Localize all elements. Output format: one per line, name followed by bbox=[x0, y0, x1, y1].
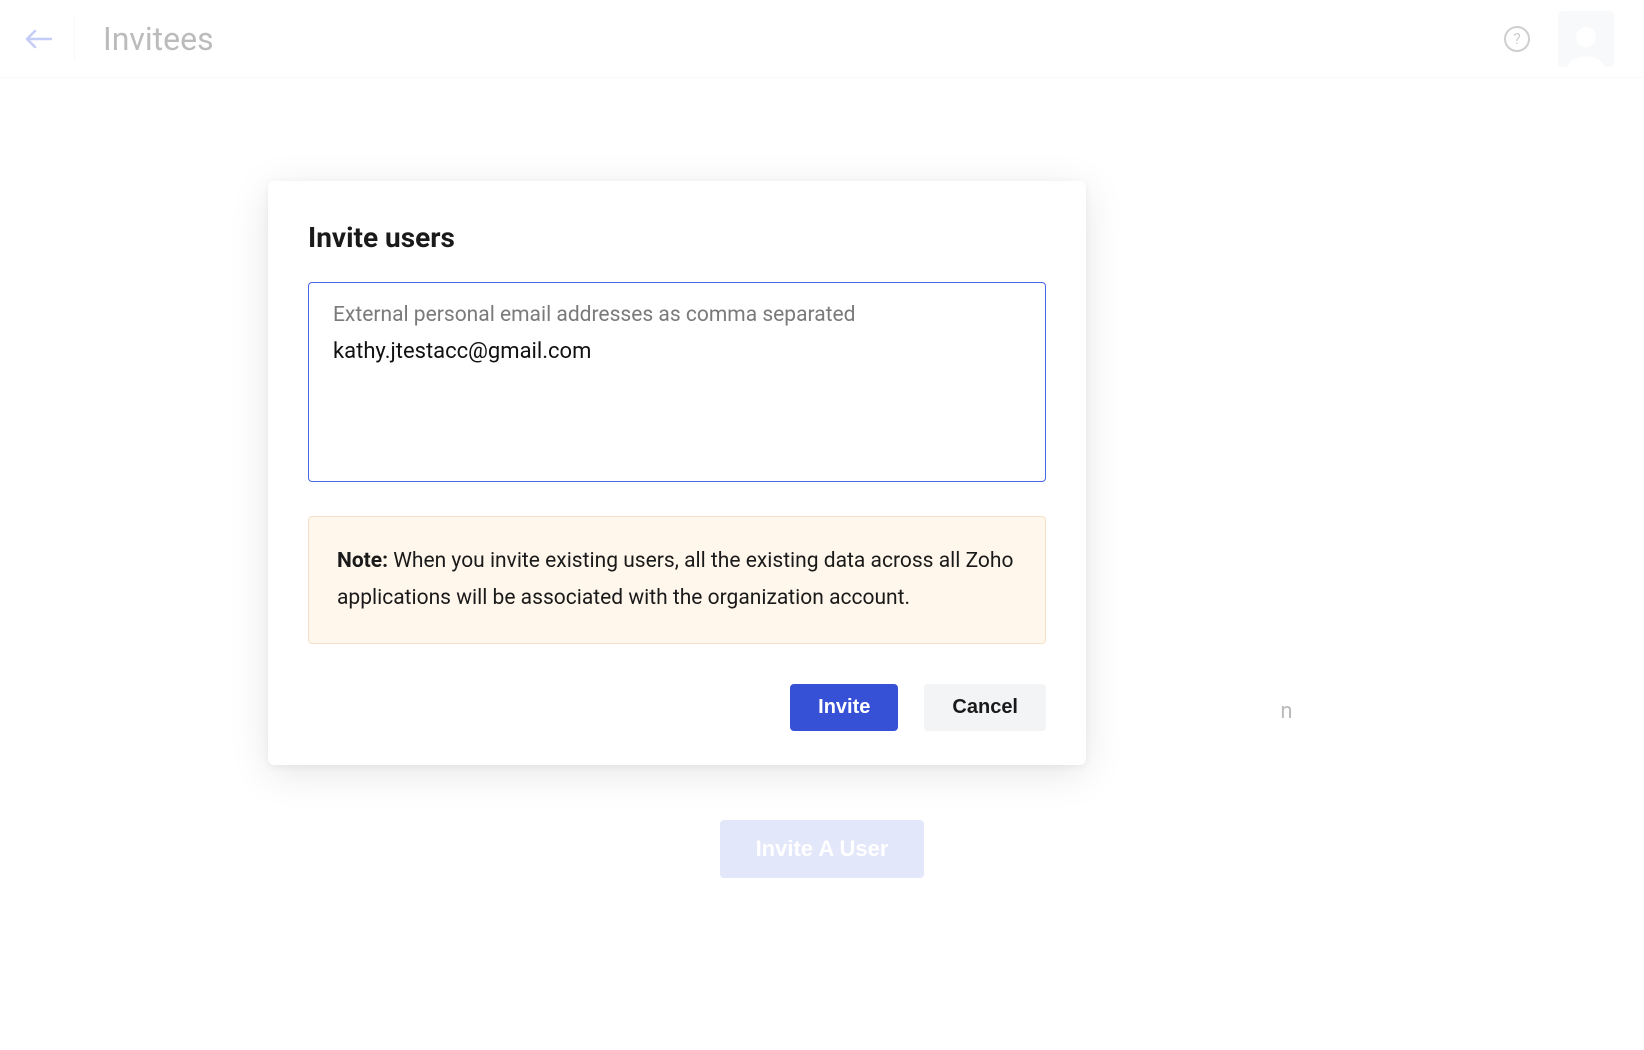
invite-users-modal: Invite users External personal email add… bbox=[268, 181, 1086, 765]
email-input[interactable] bbox=[333, 335, 1021, 455]
email-input-container[interactable]: External personal email addresses as com… bbox=[308, 282, 1046, 482]
modal-title: Invite users bbox=[308, 221, 1046, 254]
email-input-label: External personal email addresses as com… bbox=[333, 303, 1021, 327]
note-text: When you invite existing users, all the … bbox=[337, 549, 1013, 610]
modal-actions: Invite Cancel bbox=[308, 684, 1046, 731]
cancel-button[interactable]: Cancel bbox=[924, 684, 1046, 731]
note-box: Note: When you invite existing users, al… bbox=[308, 516, 1046, 644]
invite-button[interactable]: Invite bbox=[790, 684, 898, 731]
note-label: Note: bbox=[337, 549, 388, 573]
